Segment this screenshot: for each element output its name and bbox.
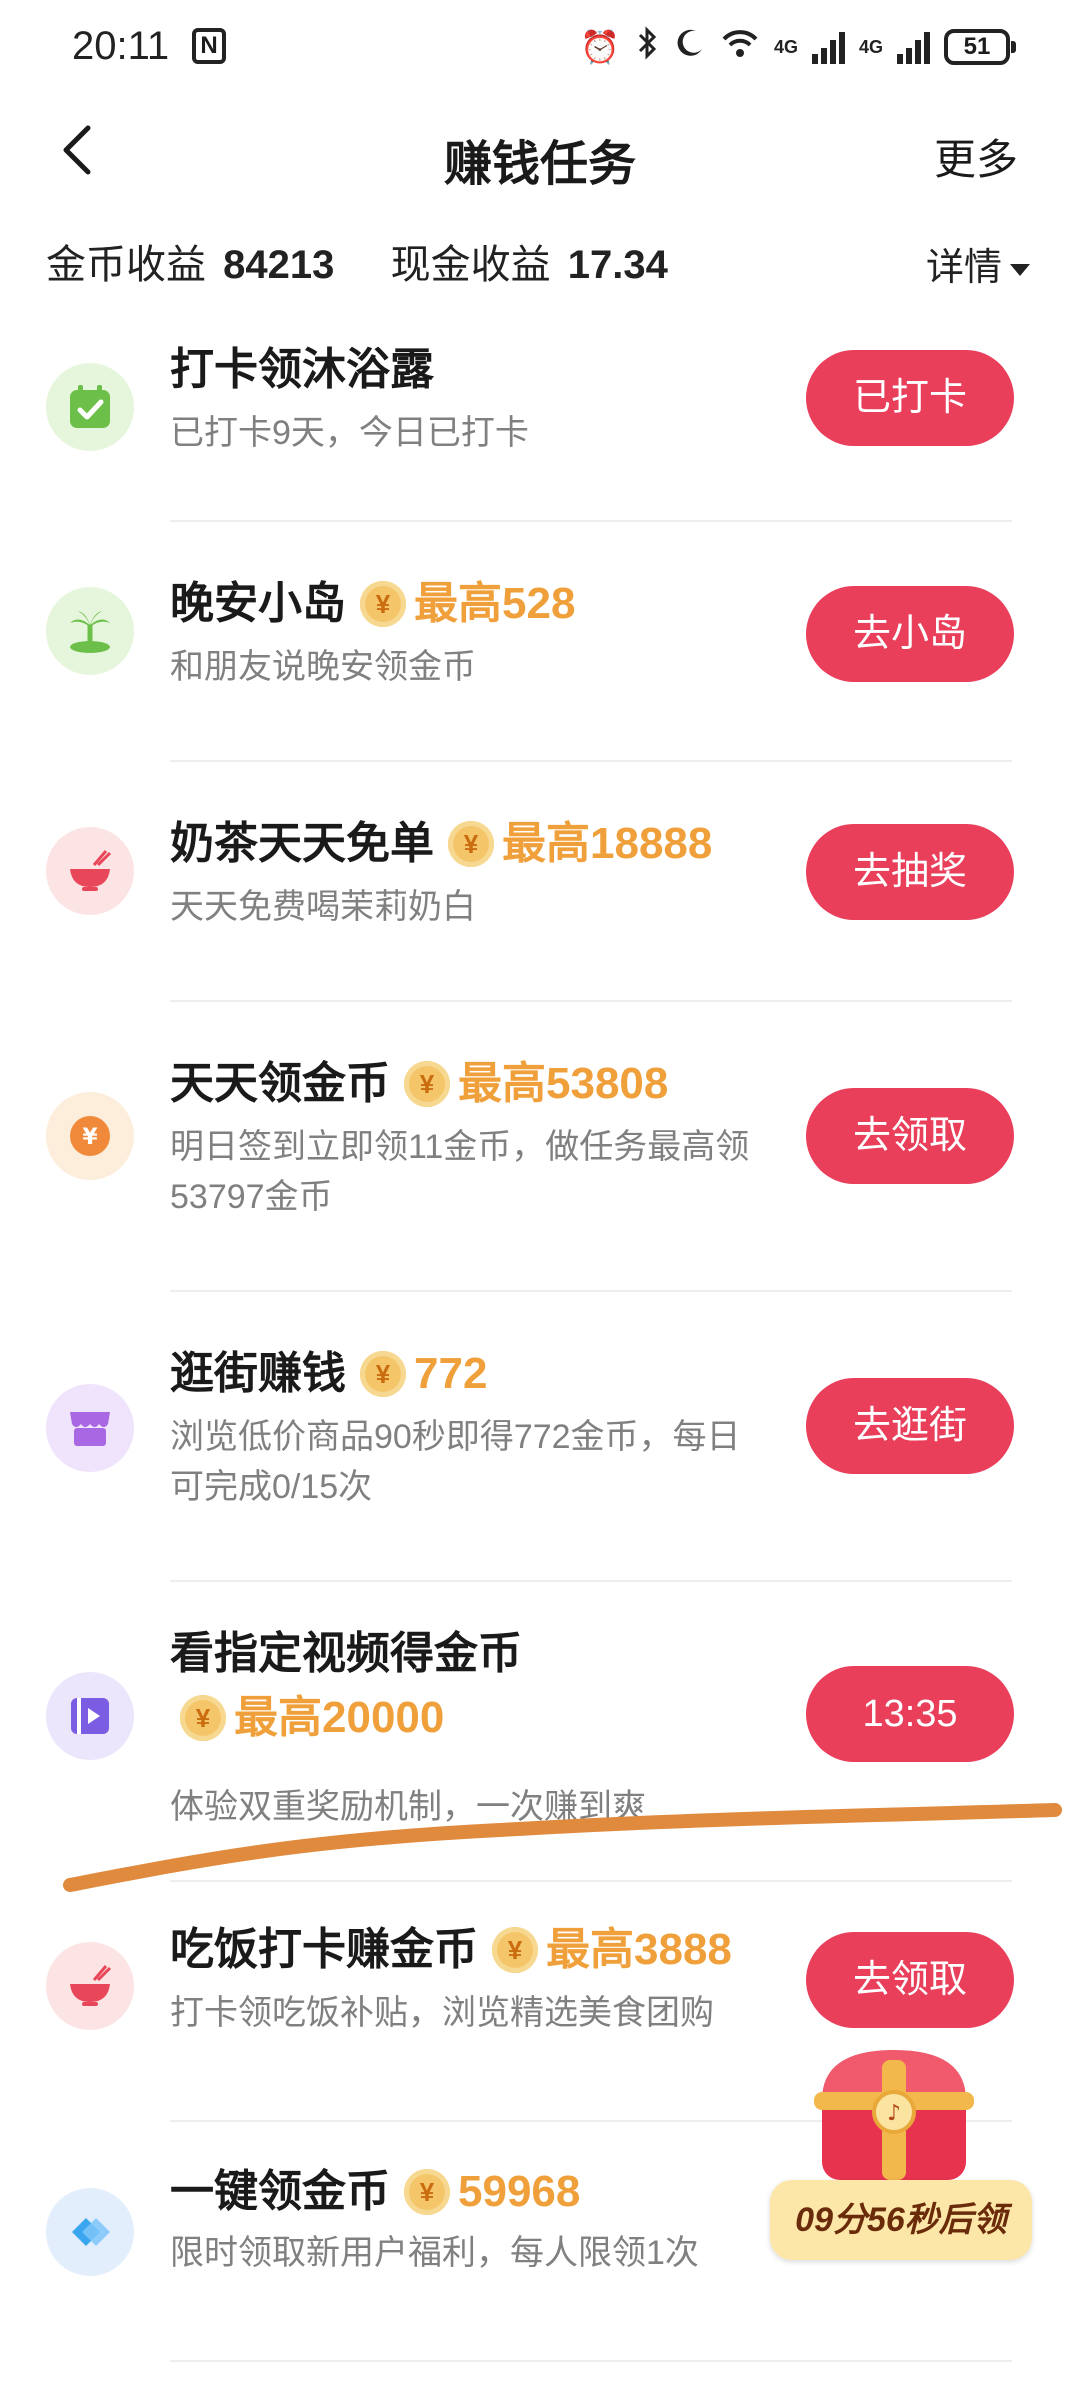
task-action-button[interactable]: 去逛街 [806, 1378, 1014, 1474]
detail-dropdown[interactable]: 详情 [926, 236, 1030, 291]
task-title: 逛街赚钱 [170, 1349, 346, 1398]
task-title-row: 打卡领沐浴露 [170, 338, 810, 402]
task-reward-value: 最高528 [414, 579, 576, 628]
task-reward-value: 772 [414, 1349, 488, 1398]
row-divider [170, 1290, 1012, 1292]
bowl-icon [46, 1942, 134, 2030]
task-title: 一键领金币 [170, 2167, 390, 2216]
video-icon [46, 1672, 134, 1760]
status-icons: ⏰ 4G 4G 51 [580, 26, 1016, 68]
row-divider [170, 1880, 1012, 1882]
task-title: 打卡领沐浴露 [170, 345, 434, 394]
task-title-row: 一键领金币 ¥59968 [170, 2160, 810, 2224]
more-button[interactable]: 更多 [934, 126, 1018, 187]
task-title: 天天领金币 [170, 1059, 390, 1108]
shop-icon [46, 1384, 134, 1472]
caret-down-icon [1010, 263, 1030, 276]
task-description: 打卡领吃饭补贴，浏览精选美食团购 [170, 1994, 714, 2032]
chest-countdown: 09分56秒后领 [770, 2180, 1032, 2260]
row-divider [170, 1580, 1012, 1582]
treasure-chest-icon: ♪ [814, 2050, 974, 2180]
task-reward: ¥ 最高528 [360, 572, 575, 636]
task-action-button[interactable]: 去领取 [806, 1932, 1014, 2028]
top-bar: 赚钱任务 更多 [0, 100, 1080, 200]
coin-earnings-label: 金币收益 [46, 243, 206, 287]
task-title-row: 逛街赚钱 ¥772 [170, 1342, 810, 1406]
task-description: 和朋友说晚安领金币 [170, 648, 476, 686]
task-title-row: 晚安小岛 ¥ 最高528 [170, 572, 810, 636]
cash-earnings-value: 17.34 [567, 243, 668, 287]
task-description: 已打卡9天，今日已打卡 [170, 414, 529, 452]
status-time: 20:11 [72, 24, 170, 68]
bowl-icon [46, 827, 134, 915]
coin-icon: ¥ [404, 2169, 450, 2215]
floating-reward-chest[interactable]: ♪ 09分56秒后领 [770, 2030, 1036, 2280]
row-divider [170, 520, 1012, 522]
row-divider [170, 760, 1012, 762]
wifi-icon [720, 27, 760, 67]
coin-icon: ¥ [46, 1092, 134, 1180]
task-reward: ¥59968 [404, 2160, 580, 2224]
task-description: 限时领取新用户福利，每人限领1次 [170, 2234, 699, 2272]
task-reward: ¥ 最高20000 [180, 1686, 810, 1750]
task-title-row: 天天领金币 ¥ 最高53808 [170, 1052, 810, 1116]
task-reward-value: 最高18888 [502, 819, 713, 868]
coin-icon: ¥ [180, 1695, 226, 1741]
coin-icon: ¥ [360, 1351, 406, 1397]
task-action-button[interactable]: 去领取 [806, 1088, 1014, 1184]
task-description: 浏览低价商品90秒即得772金币，每日可完成0/15次 [170, 1418, 741, 1506]
task-reward-value: 最高20000 [234, 1693, 445, 1742]
coin-icon: ¥ [360, 581, 406, 627]
task-description: 天天免费喝茉莉奶白 [170, 888, 476, 926]
task-reward: ¥772 [360, 1342, 487, 1406]
task-description: 明日签到立即领11金币，做任务最高领53797金币 [170, 1128, 750, 1216]
row-divider [170, 2360, 1012, 2362]
earnings-summary: 金币收益 84213 现金收益 17.34 [46, 232, 668, 290]
task-title: 奶茶天天免单 [170, 819, 434, 868]
task-reward: ¥ 最高18888 [448, 812, 712, 876]
task-reward-value: 59968 [458, 2167, 581, 2216]
island-icon [46, 587, 134, 675]
cash-earnings-label: 现金收益 [390, 243, 551, 287]
task-title: 看指定视频得金币 [170, 1629, 522, 1678]
svg-text:♪: ♪ [887, 2101, 901, 2126]
network-type-1: 4G [773, 36, 798, 57]
task-action-button[interactable]: 去抽奖 [806, 824, 1014, 920]
signal-icon [811, 30, 845, 64]
task-action-button[interactable]: 13:35 [806, 1666, 1014, 1762]
row-divider [170, 1000, 1012, 1002]
coin-icon: ¥ [404, 1061, 450, 1107]
task-title: 晚安小岛 [170, 579, 346, 628]
task-reward: ¥ 最高3888 [492, 1918, 732, 1982]
task-reward-value: 最高53808 [458, 1059, 669, 1108]
task-title-row: 看指定视频得金币 ¥ 最高20000 [170, 1622, 810, 1750]
task-reward-value: 最高3888 [546, 1925, 732, 1974]
task-description: 体验双重奖励机制，一次赚到爽 [170, 1788, 646, 1826]
nfc-icon: N [192, 28, 226, 64]
battery-icon: 51 [944, 29, 1016, 65]
svg-text:¥: ¥ [82, 1125, 98, 1150]
bluetooth-icon [634, 26, 660, 68]
task-title: 吃饭打卡赚金币 [170, 1925, 478, 1974]
coin-earnings-value: 84213 [223, 243, 335, 287]
page-title: 赚钱任务 [443, 138, 636, 191]
network-type-2: 4G [858, 36, 883, 57]
moon-icon [674, 27, 706, 67]
coin-icon: ¥ [448, 821, 494, 867]
task-action-button[interactable]: 已打卡 [806, 350, 1014, 446]
checkin-icon [46, 363, 134, 451]
task-reward: ¥ 最高53808 [404, 1052, 668, 1116]
status-bar: 20:11 N ⏰ 4G 4G 51 [0, 0, 1080, 100]
coin-icon: ¥ [492, 1927, 538, 1973]
task-action-button[interactable]: 去小岛 [806, 586, 1014, 682]
alarm-icon: ⏰ [580, 29, 620, 65]
diamond-icon [46, 2188, 134, 2276]
task-title-row: 吃饭打卡赚金币 ¥ 最高3888 [170, 1918, 810, 1982]
task-title-row: 奶茶天天免单 ¥ 最高18888 [170, 812, 810, 876]
detail-label: 详情 [925, 247, 1002, 289]
signal-icon [897, 30, 930, 64]
